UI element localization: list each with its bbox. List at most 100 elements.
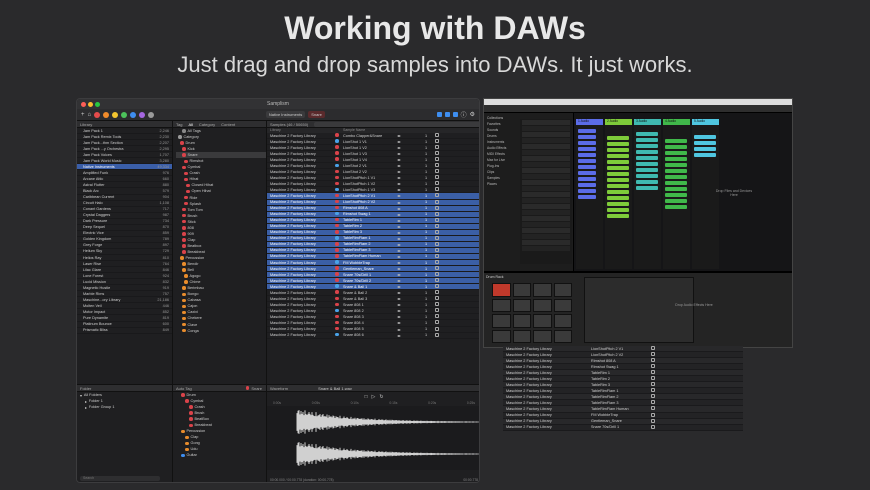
- favorite-icon[interactable]: [651, 424, 661, 430]
- daw-clip[interactable]: [607, 178, 629, 182]
- settings-icon[interactable]: ⚙: [470, 111, 475, 118]
- daw-file-row[interactable]: [522, 198, 570, 203]
- favorite-icon[interactable]: [435, 266, 445, 271]
- favorite-icon[interactable]: [435, 199, 445, 205]
- daw-file-row[interactable]: [522, 156, 570, 161]
- daw-clip[interactable]: [636, 168, 658, 172]
- drum-pad[interactable]: [492, 283, 511, 297]
- info-icon[interactable]: ⓘ: [461, 110, 467, 119]
- tab-content[interactable]: Content: [221, 121, 235, 127]
- daw-clip[interactable]: [607, 160, 629, 164]
- home-icon[interactable]: ⌂: [88, 112, 92, 118]
- daw-clip[interactable]: [578, 165, 596, 169]
- autotag-item[interactable]: Guitar: [181, 452, 266, 458]
- favorite-icon[interactable]: [651, 382, 661, 387]
- favorite-icon[interactable]: [435, 229, 445, 235]
- stop-icon[interactable]: □: [364, 394, 367, 400]
- drum-pad[interactable]: [492, 298, 511, 312]
- drum-pad[interactable]: [553, 283, 572, 297]
- favorite-icon[interactable]: [435, 151, 445, 156]
- daw-track-header[interactable]: 2 Audio: [605, 119, 632, 125]
- daw-clip[interactable]: [578, 141, 596, 145]
- favorite-icon[interactable]: [435, 235, 445, 241]
- favorite-icon[interactable]: [435, 332, 445, 338]
- daw-file-row[interactable]: [522, 126, 570, 131]
- drum-pad[interactable]: [533, 314, 552, 328]
- favorite-icon[interactable]: [435, 217, 445, 223]
- daw-clip[interactable]: [694, 141, 716, 145]
- daw-clip[interactable]: [607, 166, 629, 170]
- daw-clip[interactable]: [578, 153, 596, 157]
- daw-file-row[interactable]: [522, 144, 570, 149]
- favorite-icon[interactable]: [435, 278, 445, 283]
- favorite-icon[interactable]: [435, 241, 445, 247]
- view-detail-icon[interactable]: [452, 112, 458, 117]
- favorite-icon[interactable]: [435, 211, 445, 217]
- sample-row[interactable]: Maschine 2 Factory Library Snare 808 6 ◂▸ 1: [267, 332, 479, 339]
- daw-clip[interactable]: [665, 205, 687, 209]
- daw-clip[interactable]: [665, 181, 687, 185]
- tab-category[interactable]: Category: [199, 121, 215, 127]
- favorite-icon[interactable]: [435, 290, 445, 295]
- search-input[interactable]: [314, 122, 479, 127]
- daw-clip[interactable]: [578, 171, 596, 175]
- daw-clip[interactable]: [636, 156, 658, 160]
- color-filter-red[interactable]: [94, 111, 101, 118]
- daw-clip[interactable]: [636, 144, 658, 148]
- favorite-icon[interactable]: [435, 260, 445, 265]
- drum-pad[interactable]: [553, 298, 572, 312]
- daw-clip[interactable]: [694, 153, 716, 157]
- daw-file-row[interactable]: [522, 192, 570, 197]
- favorite-icon[interactable]: [651, 406, 661, 411]
- daw-clip[interactable]: [665, 187, 687, 191]
- daw-clip[interactable]: [578, 135, 596, 139]
- daw-file-row[interactable]: [522, 246, 570, 251]
- favorite-icon[interactable]: [435, 187, 445, 192]
- favorite-icon[interactable]: [651, 400, 661, 405]
- daw-clip[interactable]: [636, 132, 658, 136]
- daw-clip[interactable]: [636, 150, 658, 154]
- col-sample-name[interactable]: Sample Name: [343, 128, 397, 133]
- daw-file-row[interactable]: [522, 162, 570, 167]
- daw-file-row[interactable]: [522, 174, 570, 179]
- color-filter-yellow[interactable]: [112, 111, 119, 118]
- daw-clip[interactable]: [578, 129, 596, 133]
- drum-pad[interactable]: [512, 298, 531, 312]
- drum-pad[interactable]: [533, 298, 552, 312]
- daw-clip[interactable]: [607, 190, 629, 194]
- daw-clip[interactable]: [694, 147, 716, 151]
- daw-clip[interactable]: [665, 139, 687, 143]
- favorite-icon[interactable]: [435, 169, 445, 174]
- daw-clip[interactable]: [665, 163, 687, 167]
- daw-clip[interactable]: [578, 195, 596, 199]
- favorite-icon[interactable]: [651, 346, 661, 351]
- favorite-icon[interactable]: [435, 133, 445, 138]
- daw-clip[interactable]: [636, 138, 658, 142]
- daw-file-row[interactable]: [522, 168, 570, 173]
- color-filter-blue[interactable]: [130, 111, 137, 118]
- autotag-snare-chip[interactable]: Snare: [245, 385, 262, 391]
- daw-clip[interactable]: [665, 169, 687, 173]
- color-filter-gray[interactable]: [148, 111, 155, 118]
- favorite-icon[interactable]: [435, 223, 445, 229]
- favorite-icon[interactable]: [651, 388, 661, 393]
- tab-all[interactable]: All: [188, 121, 192, 127]
- daw-clip[interactable]: [607, 208, 629, 212]
- daw-clip[interactable]: [578, 183, 596, 187]
- filter-chip-tag[interactable]: Snare: [308, 111, 325, 118]
- daw-clip[interactable]: [607, 142, 629, 146]
- daw-clip[interactable]: [607, 136, 629, 140]
- daw-file-row[interactable]: [522, 228, 570, 233]
- daw-file-row[interactable]: [522, 210, 570, 215]
- favorite-icon[interactable]: [435, 205, 445, 211]
- favorite-icon[interactable]: [435, 145, 445, 150]
- favorite-icon[interactable]: [651, 352, 661, 357]
- favorite-icon[interactable]: [435, 296, 445, 301]
- daw-clip[interactable]: [578, 147, 596, 151]
- daw-clip[interactable]: [607, 202, 629, 206]
- daw-file-row[interactable]: [522, 150, 570, 155]
- favorite-icon[interactable]: [435, 302, 445, 307]
- daw-clip[interactable]: [578, 189, 596, 193]
- drum-pad[interactable]: [512, 283, 531, 297]
- favorite-icon[interactable]: [651, 376, 661, 381]
